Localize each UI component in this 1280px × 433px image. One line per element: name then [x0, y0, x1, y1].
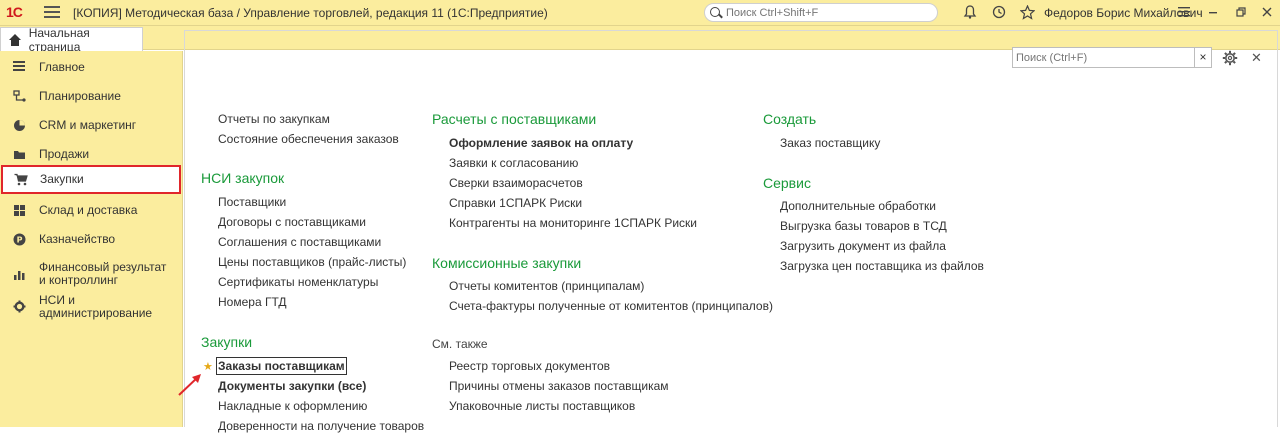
clear-search-icon[interactable]: ×	[1194, 48, 1211, 67]
tab-home[interactable]: Начальная страница	[0, 25, 143, 54]
restore-icon[interactable]	[1233, 5, 1249, 21]
menu-icon	[13, 61, 26, 74]
home-icon	[9, 33, 21, 46]
settings-menu-icon[interactable]	[1176, 5, 1192, 21]
sidebar-item-main[interactable]: Главное	[0, 53, 183, 82]
link-order-cancel-reasons[interactable]: Причины отмены заказов поставщикам	[449, 379, 669, 393]
history-icon[interactable]	[991, 5, 1007, 21]
link-powers-of-attorney[interactable]: Доверенности на получение товаров	[218, 419, 424, 433]
link-consignor-invoices[interactable]: Счета-фактуры полученные от комитентов (…	[449, 299, 773, 313]
title-bar: 1С [КОПИЯ] Методическая база / Управлени…	[0, 0, 1280, 26]
sidebar-item-label: Планирование	[39, 89, 121, 103]
section-title-commission: Комиссионные закупки	[432, 255, 582, 271]
folder-icon	[13, 148, 26, 161]
link-load-document[interactable]: Загрузить документ из файла	[780, 239, 946, 253]
link-requests-approval[interactable]: Заявки к согласованию	[449, 156, 578, 170]
link-additional-processing[interactable]: Дополнительные обработки	[780, 199, 936, 213]
sidebar-item-admin[interactable]: НСИ и администрирование	[0, 292, 183, 321]
link-payment-requests[interactable]: Оформление заявок на оплату	[449, 136, 633, 150]
sidebar-item-label: Склад и доставка	[39, 203, 138, 217]
pie-chart-icon	[13, 119, 26, 132]
window-title: [КОПИЯ] Методическая база / Управление т…	[73, 6, 548, 20]
search-icon	[709, 6, 723, 20]
link-create-supplier-order[interactable]: Заказ поставщику	[780, 136, 880, 150]
sidebar-item-label: Казначейство	[39, 232, 116, 246]
sidebar-item-crm[interactable]: CRM и маркетинг	[0, 111, 183, 140]
sidebar-item-label: Закупки	[40, 172, 84, 186]
link-invoices-to-process[interactable]: Накладные к оформлению	[218, 399, 367, 413]
panel-search[interactable]: ×	[1012, 47, 1212, 68]
sidebar-item-planning[interactable]: Планирование	[0, 82, 183, 111]
sidebar-item-label: Продажи	[39, 147, 90, 161]
sidebar-item-treasury[interactable]: P Казначейство	[0, 225, 183, 254]
panel-close-icon[interactable]: ✕	[1251, 51, 1262, 65]
link-load-prices[interactable]: Загрузка цен поставщика из файлов	[780, 259, 984, 273]
sidebar-item-finance[interactable]: Финансовый результат и контроллинг	[0, 257, 183, 291]
link-suppliers[interactable]: Поставщики	[218, 195, 286, 209]
favorites-star-icon[interactable]	[1019, 4, 1035, 21]
global-search-input[interactable]	[726, 6, 926, 19]
sidebar-item-warehouse[interactable]: Склад и доставка	[0, 196, 183, 225]
app-logo: 1С	[6, 4, 23, 20]
link-spark-reports[interactable]: Справки 1СПАРК Риски	[449, 196, 582, 210]
section-title-purchases: Закупки	[201, 334, 253, 350]
link-certificates[interactable]: Сертификаты номенклатуры	[218, 275, 378, 289]
section-title-create: Создать	[763, 111, 817, 127]
bar-chart-icon	[13, 268, 26, 281]
see-also-label: См. также	[432, 337, 488, 351]
cart-icon	[14, 173, 28, 186]
sidebar-item-label: Главное	[39, 60, 85, 74]
link-supplier-contracts[interactable]: Договоры с поставщиками	[218, 215, 366, 229]
bell-icon[interactable]	[962, 5, 978, 21]
section-title-nsi: НСИ закупок	[201, 170, 285, 186]
warehouse-icon	[13, 204, 26, 217]
link-purchase-documents[interactable]: Документы закупки (все)	[218, 379, 366, 393]
sidebar-item-purchases[interactable]: Закупки	[1, 165, 181, 194]
section-title-service: Сервис	[763, 175, 811, 191]
link-spark-monitoring[interactable]: Контрагенты на мониторинге 1СПАРК Риски	[449, 216, 697, 230]
close-window-icon[interactable]	[1259, 5, 1275, 21]
main-menu-icon[interactable]	[44, 6, 60, 20]
link-reconciliations[interactable]: Сверки взаиморасчетов	[449, 176, 583, 190]
pointer-arrow-icon	[178, 374, 201, 396]
panel-settings-icon[interactable]	[1222, 50, 1238, 70]
link-order-fulfillment[interactable]: Состояние обеспечения заказов	[218, 132, 399, 146]
tab-home-label: Начальная страница	[28, 25, 90, 54]
panel-search-input[interactable]	[1013, 51, 1193, 64]
link-gtd-numbers[interactable]: Номера ГТД	[218, 295, 287, 309]
link-tsd-export[interactable]: Выгрузка базы товаров в ТСД	[780, 219, 947, 233]
link-supplier-agreements[interactable]: Соглашения с поставщиками	[218, 235, 381, 249]
link-supplier-prices[interactable]: Цены поставщиков (прайс-листы)	[218, 255, 406, 269]
sidebar-item-label: CRM и маркетинг	[39, 118, 137, 132]
svg-text:P: P	[17, 236, 23, 245]
link-packing-lists[interactable]: Упаковочные листы поставщиков	[449, 399, 635, 413]
link-trade-docs-registry[interactable]: Реестр торговых документов	[449, 359, 610, 373]
gear-icon	[13, 300, 26, 313]
section-title-settlements: Расчеты с поставщиками	[432, 111, 597, 127]
money-icon: P	[13, 233, 26, 246]
link-consignor-reports[interactable]: Отчеты комитентов (принципалам)	[449, 279, 644, 293]
sidebar-item-label: НСИ и администрирование	[39, 292, 153, 320]
planning-icon	[13, 90, 26, 103]
minimize-icon[interactable]	[1205, 5, 1221, 21]
sections-sidebar: Главное Планирование CRM и маркетинг Про…	[0, 51, 183, 427]
link-purchase-reports[interactable]: Отчеты по закупкам	[218, 112, 330, 126]
global-search[interactable]	[704, 3, 938, 22]
sidebar-item-label: Финансовый результат и контроллинг	[39, 260, 167, 287]
link-supplier-orders[interactable]: Заказы поставщикам	[216, 357, 347, 375]
